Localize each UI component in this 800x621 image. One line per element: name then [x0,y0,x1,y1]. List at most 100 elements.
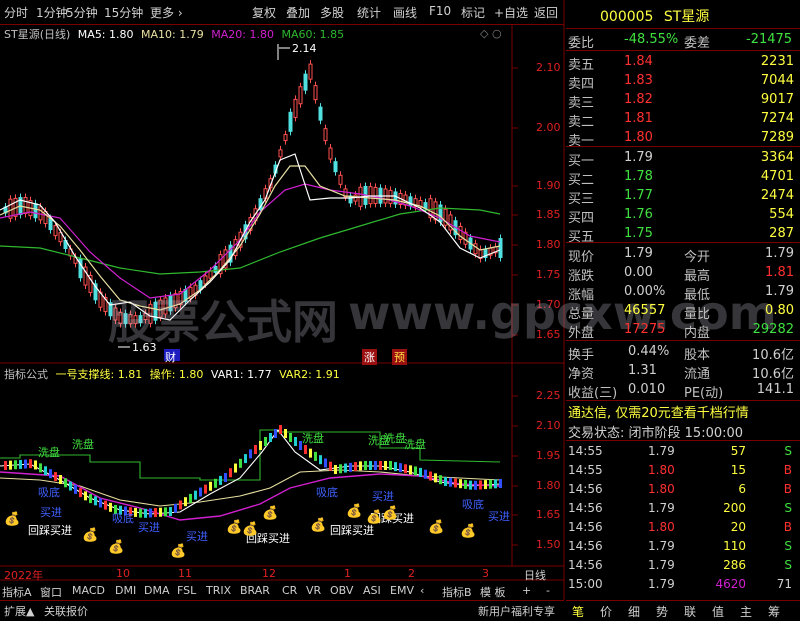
tab-price[interactable]: 价 [600,603,612,620]
ask-row[interactable]: 卖二 1.81 7274 [566,109,800,130]
indicator-bar [349,462,352,472]
chart-options-icon[interactable]: ◇ ○ [480,27,502,40]
order-ratio-value: -48.55% [624,32,679,47]
stat-value: 17275 [624,322,666,337]
tab-window[interactable]: 窗口 [40,584,62,600]
indicator-bar [144,508,147,518]
tab-indicator-a[interactable]: 指标A [2,584,32,600]
tick-row: 14:56 1.79 286 S [566,556,800,574]
tab-dma[interactable]: DMA [144,584,170,597]
indicator-title[interactable]: 指标公式 [4,368,48,381]
bid-price: 1.77 [624,188,653,203]
bid-row[interactable]: 买五 1.75 287 [566,224,800,245]
tag-rise[interactable]: 涨 [362,349,377,365]
indicator-bar [219,475,222,485]
stat-value: 0.00 [624,265,653,280]
signal-buy: 买进 [372,490,394,503]
tick-volume: 57 [730,444,746,458]
stat-value: 0.44% [628,344,670,359]
axis-price-4: 1.85 [536,208,561,221]
signal-buy: 买进 [186,530,208,543]
tab-asi[interactable]: ASI [363,584,381,597]
indicator-bar [339,464,342,474]
tab-indicator-b[interactable]: 指标B [442,584,472,600]
tab-value[interactable]: 值 [712,603,724,620]
indicator-bar [104,500,107,510]
indicator-bar [229,468,232,478]
signal-wash: 洗盘 [384,432,406,445]
tick-time: 15:00 [568,577,603,591]
indicator-bar [414,466,417,476]
ma10-value: MA10: 1.79 [141,28,204,41]
ask-row[interactable]: 卖一 1.80 7289 [566,128,800,149]
tab-trades[interactable]: 笔 [572,603,584,620]
money-bag-icon: 💰 [242,522,259,537]
indicator-bar [434,473,437,483]
stat-value: 1.81 [765,265,794,280]
stat-value: 0.80 [765,303,794,318]
ask-row[interactable]: 卖三 1.82 9017 [566,90,800,111]
expand-button[interactable]: 扩展▲ [4,603,34,619]
tab-obv[interactable]: OBV [330,584,353,597]
tab-cr[interactable]: CR [282,584,297,597]
signal-buy: 买进 [40,506,62,519]
order-ratio-label: 委比 [568,36,595,51]
bid-row[interactable]: 买四 1.76 554 [566,205,800,226]
indicator-bar [259,441,262,450]
bid-volume: 4701 [760,169,794,184]
bid-row[interactable]: 买一 1.79 3364 [566,148,800,169]
zoom-out-button[interactable]: - [546,584,550,597]
bid-volume: 3364 [760,150,794,165]
tag-forecast[interactable]: 预 [392,349,407,365]
zoom-in-button[interactable]: + [522,584,531,597]
new-user-promo[interactable]: 新用户福利专享 [478,603,555,619]
stock-code: 000005 [600,9,654,25]
tick-row: 14:56 1.80 6 B [566,480,800,498]
indicator-bar [14,460,17,470]
bid-price: 1.75 [624,226,653,241]
tab-scroll-left[interactable]: ‹ [420,584,424,597]
tab-chips[interactable]: 筹 [768,603,780,620]
related-quotes-button[interactable]: 关联报价 [44,603,88,619]
bid-row[interactable]: 买二 1.78 4701 [566,167,800,188]
bid-row[interactable]: 买三 1.77 2474 [566,186,800,207]
ask-row[interactable]: 卖四 1.83 7044 [566,71,800,92]
tab-template[interactable]: 模 板 [480,584,506,600]
tick-time: 14:56 [568,520,603,534]
tab-trend[interactable]: 势 [656,603,668,620]
tab-emv[interactable]: EMV [390,584,414,597]
tab-vr[interactable]: VR [306,584,321,597]
indicator-bar [189,493,192,503]
var2-value: VAR2: 1.91 [279,368,340,381]
bid-price: 1.78 [624,169,653,184]
money-bag-icon: 💰 [346,504,363,519]
tab-trix[interactable]: TRIX [206,584,231,597]
bid-price: 1.76 [624,207,653,222]
tick-price: 1.80 [648,520,675,534]
ask-row[interactable]: 卖五 1.84 2231 [566,52,800,73]
tick-price: 1.79 [648,539,675,553]
indicator-bar [329,461,332,471]
indicator-bar [74,484,77,494]
tab-main[interactable]: 主 [740,603,752,620]
period-label[interactable]: 日线 [524,567,546,583]
stat-row: 涨幅 0.00% 最低 1.79 [566,282,800,303]
candle-body [318,106,323,121]
tab-brar[interactable]: BRAR [240,584,270,597]
stock-period-title: ST星源(日线) [4,28,71,41]
tab-detail[interactable]: 细 [628,603,640,620]
tab-macd[interactable]: MACD [72,584,105,597]
signal-wash: 洗盘 [404,438,426,451]
tab-fsl[interactable]: FSL [177,584,196,597]
trade-status-value: 闭市阶段 15:00:00 [628,426,744,441]
money-bag-icon: 💰 [262,506,279,521]
indicator-bar [244,454,247,464]
money-bag-icon: 💰 [428,520,445,535]
tab-dmi[interactable]: DMI [115,584,136,597]
promo-link[interactable]: 通达信, 仅需20元查看千档行情 [568,402,749,421]
divider [566,242,800,243]
tab-linked[interactable]: 联 [684,603,696,620]
bid-volume: 2474 [760,188,794,203]
indicator-bar [379,461,382,470]
indicator-bar [204,484,207,494]
